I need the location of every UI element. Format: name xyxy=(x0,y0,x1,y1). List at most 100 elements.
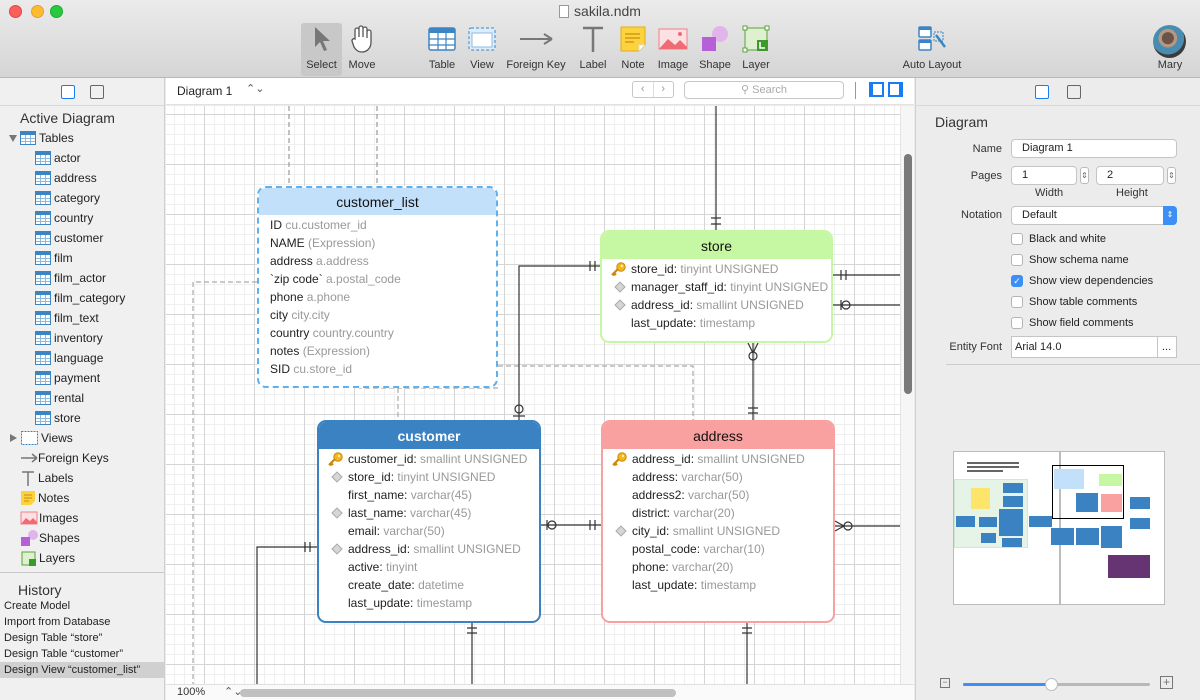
zoom-level[interactable]: 100% xyxy=(177,686,205,698)
sidebar-table-address[interactable]: address xyxy=(0,168,164,188)
entity-field[interactable]: address: varchar(50) xyxy=(603,468,833,486)
history-item[interactable]: Create Model xyxy=(0,598,164,614)
tool-view[interactable]: View xyxy=(464,23,500,76)
checkbox[interactable] xyxy=(1011,317,1023,329)
tree-images[interactable]: Images xyxy=(0,508,164,528)
history-item[interactable]: Design View “customer_list” xyxy=(0,662,164,678)
tree-layers[interactable]: Layers xyxy=(0,548,164,568)
option-black-and-white[interactable]: Black and white xyxy=(1011,231,1106,247)
minimap[interactable] xyxy=(953,451,1165,605)
entity-field[interactable]: country country.country xyxy=(259,324,496,342)
entity-field[interactable]: phone: varchar(20) xyxy=(603,558,833,576)
tree-views[interactable]: Views xyxy=(0,428,164,448)
option-show-view-dependencies[interactable]: ✓ Show view dependencies xyxy=(1011,273,1153,289)
entity-field[interactable]: address2: varchar(50) xyxy=(603,486,833,504)
sidebar-table-inventory[interactable]: inventory xyxy=(0,328,164,348)
tree-notes[interactable]: Notes xyxy=(0,488,164,508)
entity-store[interactable]: store store_id: tinyint UNSIGNED manager_… xyxy=(600,230,833,343)
zoom-slider[interactable] xyxy=(963,678,1150,691)
entity-field[interactable]: store_id: tinyint UNSIGNED xyxy=(602,260,831,278)
diagram-selector[interactable]: Diagram 1 xyxy=(177,84,232,98)
option-show-schema-name[interactable]: Show schema name xyxy=(1011,252,1129,268)
sidebar-table-rental[interactable]: rental xyxy=(0,388,164,408)
tool-layer[interactable]: Layer xyxy=(738,23,774,76)
sidebar-table-film_actor[interactable]: film_actor xyxy=(0,268,164,288)
sidebar-table-language[interactable]: language xyxy=(0,348,164,368)
forward-button[interactable]: › xyxy=(654,82,674,97)
diagrams-list-tab-icon[interactable] xyxy=(89,84,104,99)
option-show-table-comments[interactable]: Show table comments xyxy=(1011,294,1137,310)
pages-height-field[interactable]: 2 xyxy=(1096,166,1164,185)
sidebar-table-actor[interactable]: actor xyxy=(0,148,164,168)
tool-note[interactable]: Note xyxy=(616,23,650,76)
entity-field[interactable]: address a.address xyxy=(259,252,496,270)
diagram-name-field[interactable]: Diagram 1 xyxy=(1011,139,1177,158)
pages-height-stepper[interactable]: ⇕ xyxy=(1167,167,1176,184)
entity-field[interactable]: create_date: datetime xyxy=(319,576,539,594)
notation-select[interactable]: Default ⇕ xyxy=(1011,206,1177,225)
entity-field[interactable]: district: varchar(20) xyxy=(603,504,833,522)
tool-shape[interactable]: Shape xyxy=(696,23,734,76)
entity-field[interactable]: notes (Expression) xyxy=(259,342,496,360)
overview-tab-icon[interactable] xyxy=(1067,84,1081,99)
disclosure-closed-icon[interactable] xyxy=(10,434,17,442)
tree-shapes[interactable]: Shapes xyxy=(0,528,164,548)
entity-address[interactable]: address address_id: smallint UNSIGNED add… xyxy=(601,420,835,623)
entity-field[interactable]: last_update: timestamp xyxy=(602,314,831,332)
entity-field[interactable]: customer_id: smallint UNSIGNED xyxy=(319,450,539,468)
diagram-tree-tab-icon[interactable] xyxy=(60,84,75,99)
tree-tables[interactable]: Tables xyxy=(0,128,164,148)
entity-field[interactable]: ID cu.customer_id xyxy=(259,216,496,234)
tool-label[interactable]: Label xyxy=(576,23,610,76)
entity-field[interactable]: last_name: varchar(45) xyxy=(319,504,539,522)
zoom-out-icon[interactable]: − xyxy=(940,678,950,688)
entity-field[interactable]: manager_staff_id: tinyint UNSIGNED xyxy=(602,278,831,296)
tree-labels[interactable]: Labels xyxy=(0,468,164,488)
history-item[interactable]: Design Table “customer” xyxy=(0,646,164,662)
tool-table[interactable]: Table xyxy=(424,23,460,76)
pages-width-stepper[interactable]: ⇕ xyxy=(1080,167,1089,184)
sidebar-table-country[interactable]: country xyxy=(0,208,164,228)
entity-field[interactable]: first_name: varchar(45) xyxy=(319,486,539,504)
tool-move[interactable]: Move xyxy=(344,23,380,76)
vertical-scrollbar[interactable] xyxy=(900,106,914,684)
entity-customer-list-view[interactable]: customer_list ID cu.customer_id NAME (Exp… xyxy=(257,186,498,388)
entity-field[interactable]: postal_code: varchar(10) xyxy=(603,540,833,558)
entity-customer[interactable]: customer customer_id: smallint UNSIGNED s… xyxy=(317,420,541,623)
option-show-field-comments[interactable]: Show field comments xyxy=(1011,315,1134,331)
entity-field[interactable]: `zip code` a.postal_code xyxy=(259,270,496,288)
entity-field[interactable]: last_update: timestamp xyxy=(319,594,539,612)
horizontal-scroll-thumb[interactable] xyxy=(240,689,676,697)
entity-field[interactable]: city city.city xyxy=(259,306,496,324)
tree-foreign-keys[interactable]: Foreign Keys xyxy=(0,448,164,468)
pages-width-field[interactable]: 1 xyxy=(1011,166,1077,185)
entity-font-field[interactable]: Arial 14.0 xyxy=(1011,336,1158,358)
sidebar-table-payment[interactable]: payment xyxy=(0,368,164,388)
search-input[interactable]: ⚲ Search xyxy=(684,81,844,99)
tool-select[interactable]: Select xyxy=(301,23,342,76)
sidebar-table-store[interactable]: store xyxy=(0,408,164,428)
entity-field[interactable]: active: tinyint xyxy=(319,558,539,576)
minimap-viewport[interactable] xyxy=(1052,465,1124,519)
back-button[interactable]: ‹ xyxy=(633,82,654,97)
entity-field[interactable]: phone a.phone xyxy=(259,288,496,306)
entity-field[interactable]: NAME (Expression) xyxy=(259,234,496,252)
entity-field[interactable]: address_id: smallint UNSIGNED xyxy=(603,450,833,468)
vertical-scroll-thumb[interactable] xyxy=(904,154,912,394)
zoom-slider-knob[interactable] xyxy=(1044,678,1058,691)
checkbox[interactable]: ✓ xyxy=(1011,275,1023,287)
sidebar-table-category[interactable]: category xyxy=(0,188,164,208)
entity-field[interactable]: address_id: smallint UNSIGNED xyxy=(319,540,539,558)
disclosure-open-icon[interactable] xyxy=(9,134,17,142)
tool-foreign-key[interactable]: Foreign Key xyxy=(504,23,568,76)
entity-field[interactable]: city_id: smallint UNSIGNED xyxy=(603,522,833,540)
auto-layout-button[interactable]: Auto Layout xyxy=(896,23,968,76)
entity-field[interactable]: store_id: tinyint UNSIGNED xyxy=(319,468,539,486)
entity-field[interactable]: last_update: timestamp xyxy=(603,576,833,594)
diagram-selector-chevrons-icon[interactable]: ⌃⌄ xyxy=(246,82,264,95)
history-item[interactable]: Import from Database xyxy=(0,614,164,630)
toggle-left-pane-icon[interactable] xyxy=(869,82,884,97)
tool-image[interactable]: Image xyxy=(654,23,692,76)
checkbox[interactable] xyxy=(1011,233,1023,245)
user-avatar[interactable] xyxy=(1153,25,1186,58)
